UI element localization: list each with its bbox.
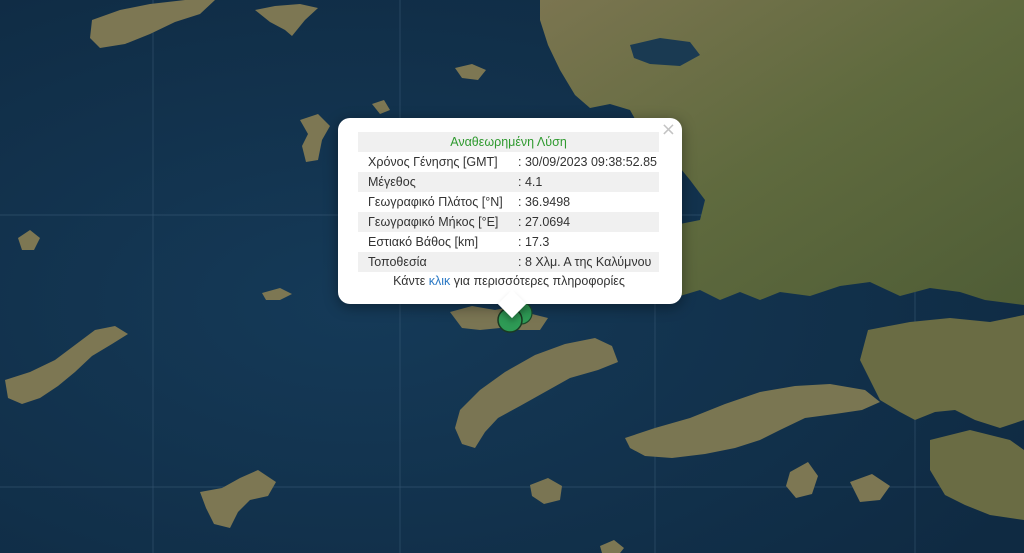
info-value-magnitude: : 4.1: [508, 172, 659, 192]
info-value-location: : 8 Χλμ. Α της Καλύμνου: [508, 252, 659, 272]
popup-title-row: Αναθεωρημένη Λύση: [358, 132, 659, 152]
popup-title: Αναθεωρημένη Λύση: [358, 132, 659, 152]
satellite-map[interactable]: × Αναθεωρημένη Λύση Χρόνος Γένησης [GMT]…: [0, 0, 1024, 553]
info-row-magnitude: Μέγεθος : 4.1: [358, 172, 659, 192]
info-label-origin-time: Χρόνος Γένησης [GMT]: [368, 155, 498, 169]
info-label-location: Τοποθεσία: [358, 252, 508, 272]
more-info-prefix: Κάντε: [393, 274, 426, 288]
info-label-longitude: Γεωγραφικό Μήκος [°E]: [358, 212, 508, 232]
info-value-latitude: : 36.9498: [518, 195, 571, 209]
earthquake-info-popup: × Αναθεωρημένη Λύση Χρόνος Γένησης [GMT]…: [338, 118, 682, 319]
close-icon[interactable]: ×: [661, 121, 676, 139]
more-info-suffix: για περισσότερες πληροφορίες: [453, 274, 625, 288]
info-value-origin-time: : 30/09/2023 09:38:52.85: [518, 155, 658, 169]
info-row-longitude: Γεωγραφικό Μήκος [°E] : 27.0694: [358, 212, 659, 232]
info-row-location: Τοποθεσία : 8 Χλμ. Α της Καλύμνου: [358, 252, 659, 272]
more-info-link[interactable]: κλικ: [429, 274, 451, 288]
info-row-depth: Εστιακό Βάθος [km] : 17.3: [358, 232, 659, 252]
earthquake-info-table: Αναθεωρημένη Λύση Χρόνος Γένησης [GMT] :…: [358, 132, 659, 272]
info-label-depth: Εστιακό Βάθος [km]: [368, 235, 479, 249]
info-label-latitude: Γεωγραφικό Πλάτος [°N]: [368, 195, 503, 209]
info-row-latitude: Γεωγραφικό Πλάτος [°N] : 36.9498: [358, 192, 659, 212]
info-row-origin-time: Χρόνος Γένησης [GMT] : 30/09/2023 09:38:…: [358, 152, 659, 172]
info-value-longitude: : 27.0694: [508, 212, 659, 232]
more-info-text: Κάντε κλικ για περισσότερες πληροφορίες: [358, 274, 660, 288]
info-value-depth: : 17.3: [518, 235, 550, 249]
info-label-magnitude: Μέγεθος: [358, 172, 508, 192]
